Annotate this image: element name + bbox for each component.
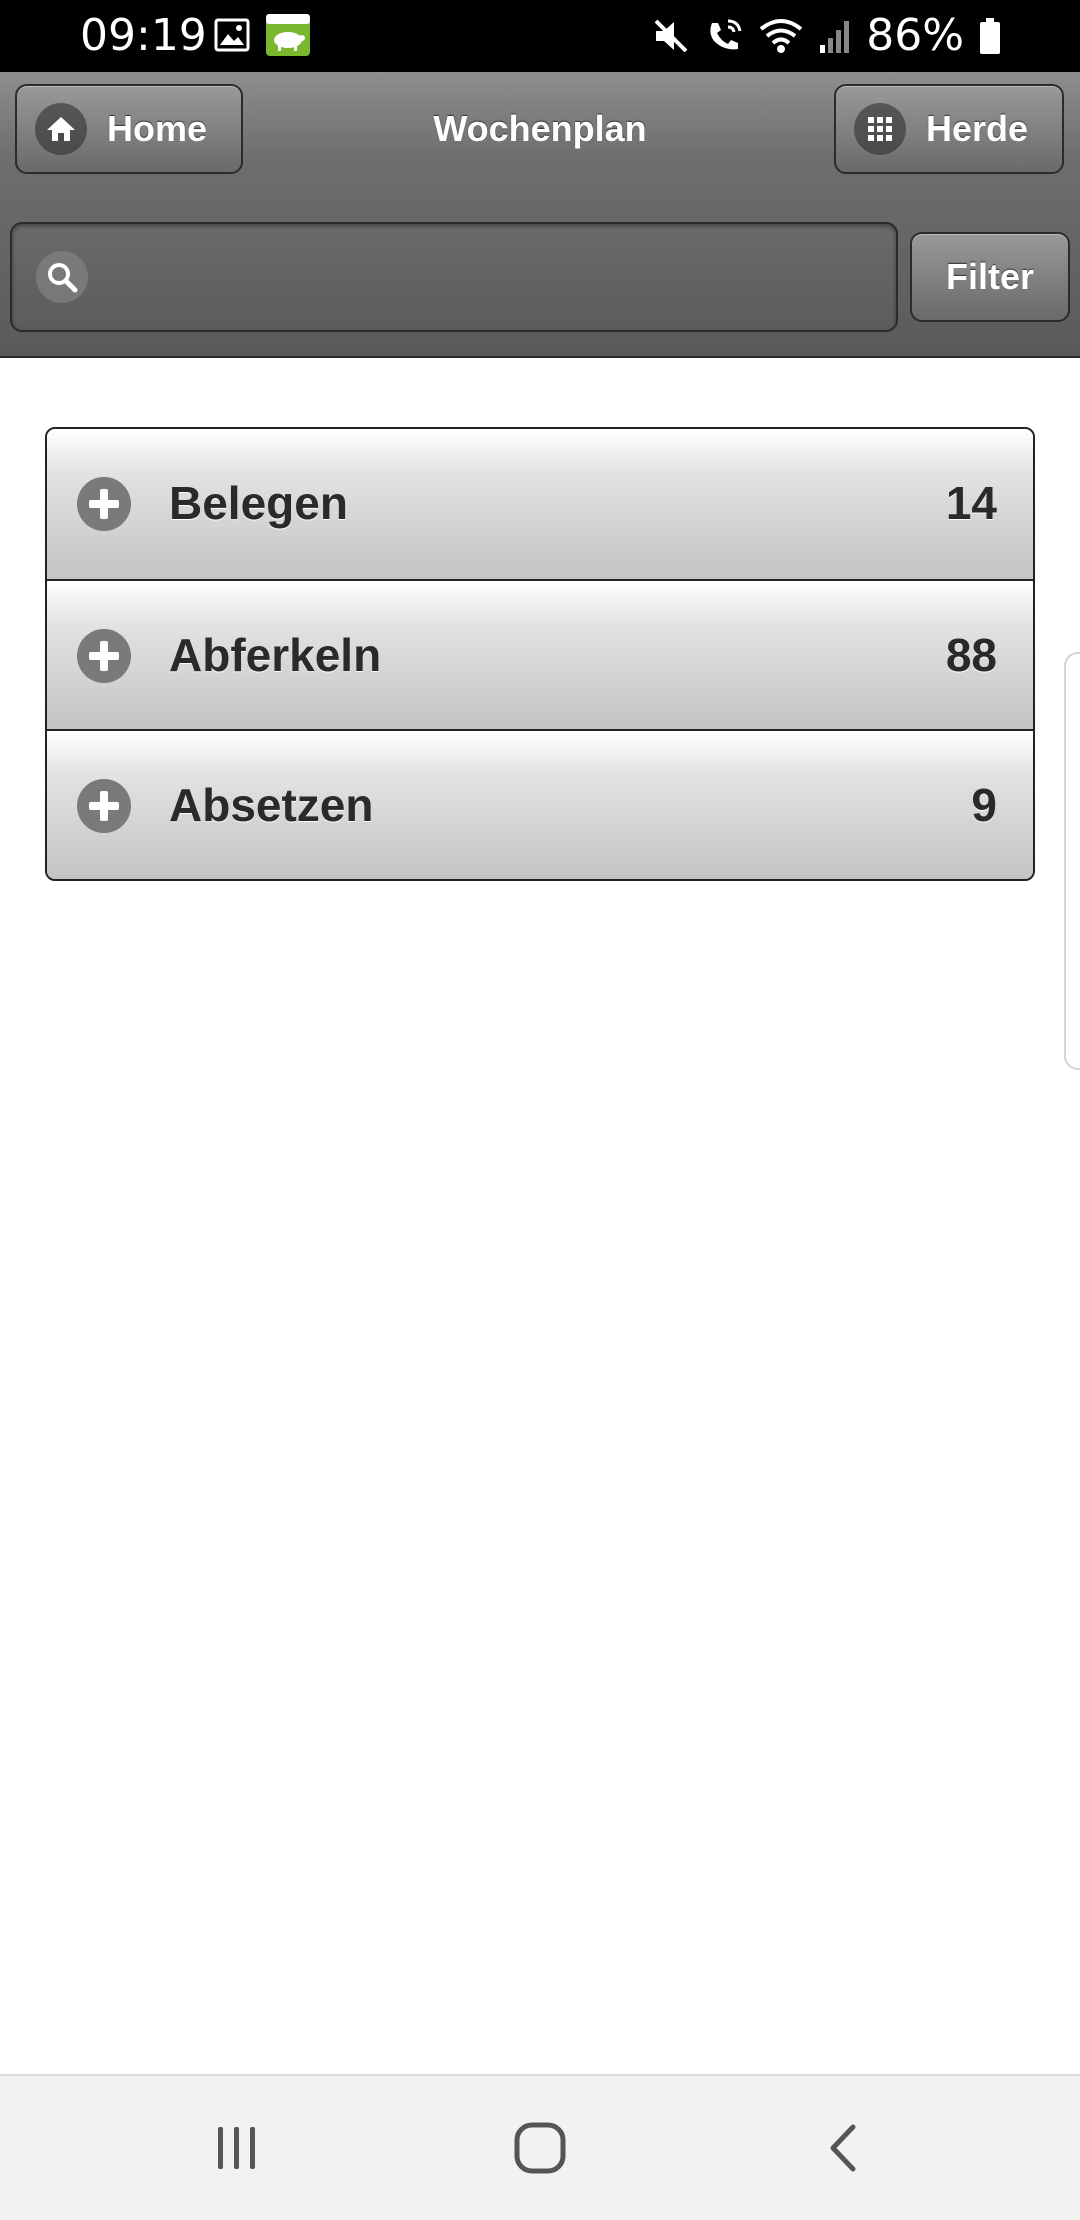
weekly-plan-list: Belegen 14 Abferkeln 88 Absetzen 9 (45, 427, 1035, 881)
list-item-label: Absetzen (169, 779, 374, 831)
status-bar: 09:19 86% (0, 0, 1080, 72)
list-item-count: 14 (945, 477, 997, 529)
battery-icon (980, 18, 1000, 54)
herde-button-label: Herde (926, 108, 1029, 149)
status-time: 09:19 (80, 10, 207, 61)
wifi-icon (759, 19, 803, 53)
wifi-call-icon (710, 19, 742, 50)
page-title: Wochenplan (433, 108, 647, 149)
plus-icon (77, 629, 131, 683)
plus-icon (77, 477, 131, 531)
mute-icon (654, 19, 688, 53)
list-item-abferkeln[interactable]: Abferkeln 88 (47, 579, 1033, 729)
recents-button[interactable] (167, 2076, 307, 2220)
home-button-label: Home (107, 108, 208, 149)
back-chevron-icon (830, 2124, 856, 2172)
battery-percent: 86% (866, 10, 964, 61)
recents-icon (218, 2127, 255, 2169)
list-item-count: 88 (945, 629, 997, 681)
list-item-absetzen[interactable]: Absetzen 9 (47, 729, 1033, 879)
plus-icon (77, 779, 131, 833)
list-item-count: 9 (971, 779, 997, 831)
search-box (10, 222, 898, 332)
list-item-label: Belegen (169, 477, 348, 529)
system-home-button[interactable] (470, 2076, 610, 2220)
gallery-notification-icon (214, 18, 250, 52)
back-button[interactable] (773, 2076, 913, 2220)
list-item-label: Abferkeln (169, 629, 382, 681)
header-toolbar: Home Wochenplan Herde Filter (0, 72, 1080, 358)
search-input[interactable] (104, 244, 878, 312)
navigation-bar (0, 2074, 1080, 2220)
home-outline-icon (514, 2122, 566, 2174)
herde-button[interactable]: Herde (834, 84, 1064, 174)
edge-panel-handle[interactable] (1064, 652, 1080, 1070)
signal-icon (820, 21, 850, 53)
home-icon (35, 103, 87, 155)
search-icon (36, 251, 88, 303)
pig-app-notification-icon (266, 14, 310, 56)
filter-button[interactable]: Filter (910, 232, 1070, 322)
home-button[interactable]: Home (15, 84, 243, 174)
grid-icon (854, 103, 906, 155)
status-indicators: 86% (652, 12, 1002, 60)
list-item-belegen[interactable]: Belegen 14 (47, 429, 1033, 579)
